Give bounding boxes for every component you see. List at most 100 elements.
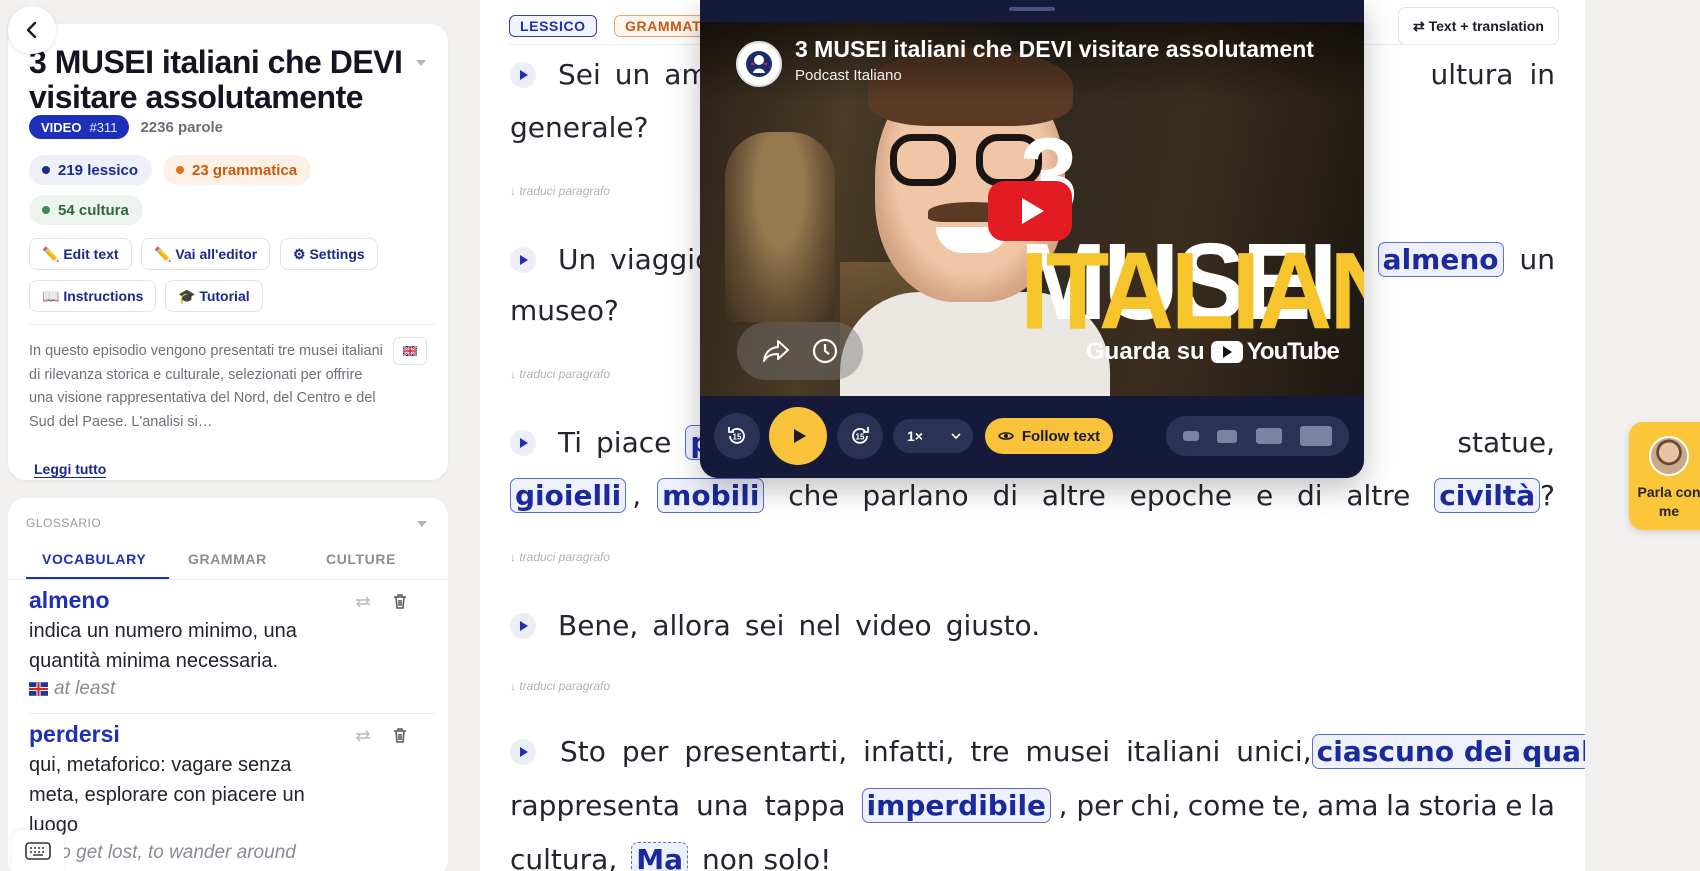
word[interactable]: video <box>855 609 931 642</box>
word[interactable]: una <box>696 789 749 822</box>
word[interactable]: di <box>1297 479 1323 512</box>
channel-logo[interactable] <box>736 41 782 87</box>
youtube-play-button[interactable] <box>988 181 1072 241</box>
word[interactable]: Bene, <box>558 609 638 642</box>
word[interactable]: un <box>615 58 651 91</box>
tag-lessico[interactable]: LESSICO <box>509 15 597 37</box>
video-thumbnail[interactable]: 3 MUSEI ITALIANI 3 MUSEI italiani che DE… <box>700 22 1364 396</box>
settings-button[interactable]: ⚙ Settings <box>280 238 378 270</box>
translate-paragraph-link[interactable]: ↓ traduci paragrafo <box>510 367 610 381</box>
trash-icon[interactable] <box>393 594 407 609</box>
stat-grammatica-pill[interactable]: 23 grammatica <box>163 155 312 185</box>
tutorial-button[interactable]: 🎓 Tutorial <box>165 280 263 312</box>
play-paragraph-button[interactable] <box>510 612 536 639</box>
word[interactable]: ultura <box>1431 58 1514 91</box>
translate-paragraph-link[interactable]: ↓ traduci paragrafo <box>510 679 610 693</box>
playback-speed-select[interactable]: 1× <box>893 419 973 453</box>
forward-15-button[interactable]: 15 <box>837 413 883 459</box>
word[interactable]: allora <box>652 609 731 642</box>
word[interactable]: la <box>1386 789 1411 822</box>
tab-culture[interactable]: CULTURE <box>326 551 396 567</box>
word[interactable]: e <box>1256 479 1273 512</box>
word[interactable]: e <box>1505 789 1522 822</box>
word[interactable]: storia <box>1419 789 1498 822</box>
glossary-collapse-icon[interactable] <box>417 521 427 527</box>
play-paragraph-button[interactable] <box>510 738 536 765</box>
highlighted-term[interactable]: ciascuno dei quali <box>1311 734 1606 769</box>
glossary-entry[interactable]: perdersi qui, metaforico: vagare senza m… <box>29 720 429 866</box>
text-translation-toggle[interactable]: ⇄ Text + translation <box>1398 7 1559 45</box>
word[interactable]: infatti, <box>863 735 954 768</box>
word[interactable]: come <box>1188 789 1265 822</box>
swap-icon[interactable] <box>355 596 371 608</box>
word[interactable]: che <box>788 479 838 512</box>
word[interactable]: parlano <box>862 479 968 512</box>
word[interactable]: te, <box>1272 789 1309 822</box>
size-large-button[interactable] <box>1255 428 1282 444</box>
swap-icon[interactable] <box>355 730 371 742</box>
video-player[interactable]: 3 MUSEI ITALIANI 3 MUSEI italiani che DE… <box>700 0 1364 478</box>
word[interactable]: museo? <box>510 294 619 327</box>
word[interactable]: non solo! <box>702 843 831 871</box>
word[interactable]: presentarti, <box>684 735 847 768</box>
word[interactable]: epoche <box>1130 479 1233 512</box>
word[interactable]: Sto <box>560 735 606 768</box>
word[interactable]: per <box>622 735 669 768</box>
keyboard-button[interactable] <box>12 830 64 871</box>
share-icon[interactable] <box>762 339 790 363</box>
word[interactable]: Ti <box>558 426 582 459</box>
watch-later-icon[interactable] <box>811 337 839 365</box>
channel-name[interactable]: Podcast Italiano <box>795 67 902 84</box>
drag-handle[interactable] <box>1009 7 1055 11</box>
word[interactable]: Sei <box>558 58 601 91</box>
word[interactable]: ama <box>1317 789 1379 822</box>
word[interactable]: sei <box>745 609 785 642</box>
word[interactable]: Un <box>558 243 596 276</box>
instructions-button[interactable]: 📖 Instructions <box>29 280 157 312</box>
size-xl-button[interactable] <box>1299 426 1332 446</box>
chat-widget-button[interactable]: Parla con me <box>1629 422 1700 530</box>
trash-icon[interactable] <box>393 728 407 743</box>
stat-lessico-pill[interactable]: 219 lessico <box>29 155 153 185</box>
play-button[interactable] <box>769 407 827 465</box>
editor-button[interactable]: ✏️ Vai all'editor <box>141 238 271 270</box>
video-title[interactable]: 3 MUSEI italiani che DEVI visitare assol… <box>795 36 1315 63</box>
play-paragraph-button[interactable] <box>510 246 536 273</box>
translate-paragraph-link[interactable]: ↓ traduci paragrafo <box>510 550 610 564</box>
translate-paragraph-link[interactable]: ↓ traduci paragrafo <box>510 184 610 198</box>
highlighted-term[interactable]: Ma <box>631 842 688 871</box>
translate-description-button[interactable] <box>393 337 427 365</box>
size-small-button[interactable] <box>1183 431 1200 441</box>
word[interactable]: di <box>992 479 1018 512</box>
glossary-entry[interactable]: almeno indica un numero minimo, una quan… <box>29 586 429 702</box>
word[interactable]: chi, <box>1130 789 1180 822</box>
word[interactable]: musei <box>1025 735 1110 768</box>
word[interactable]: statue, <box>1457 426 1555 459</box>
word[interactable]: tappa <box>765 789 846 822</box>
rewind-15-button[interactable]: 15 <box>714 413 760 459</box>
word[interactable]: rappresenta <box>510 789 680 822</box>
watch-on-youtube-link[interactable]: Guarda su YouTube <box>1086 338 1340 366</box>
word[interactable]: giusto. <box>946 609 1040 642</box>
highlighted-term[interactable]: gioielli <box>510 478 627 513</box>
word[interactable]: altre <box>1042 479 1106 512</box>
highlighted-term[interactable]: mobili <box>657 478 765 513</box>
word[interactable]: un <box>1520 243 1556 276</box>
edit-text-button[interactable]: ✏️ Edit text <box>29 238 132 270</box>
word[interactable]: la <box>1530 789 1555 822</box>
highlighted-term[interactable]: imperdibile <box>861 788 1052 823</box>
word[interactable]: piace <box>596 426 671 459</box>
word[interactable]: , per <box>1059 789 1123 822</box>
tab-vocabulary[interactable]: VOCABULARY <box>42 551 146 567</box>
word[interactable]: unici, <box>1236 735 1311 768</box>
read-all-link[interactable]: Leggi tutto <box>34 461 107 478</box>
highlighted-term[interactable]: civiltà <box>1434 478 1541 513</box>
play-paragraph-button[interactable] <box>510 429 536 456</box>
word[interactable]: nel <box>798 609 841 642</box>
back-button[interactable] <box>8 6 56 54</box>
word[interactable]: altre <box>1346 479 1410 512</box>
word[interactable]: cultura, <box>510 843 617 871</box>
size-medium-button[interactable] <box>1217 429 1238 443</box>
word[interactable]: tre <box>970 735 1009 768</box>
tab-grammar[interactable]: GRAMMAR <box>188 551 267 567</box>
